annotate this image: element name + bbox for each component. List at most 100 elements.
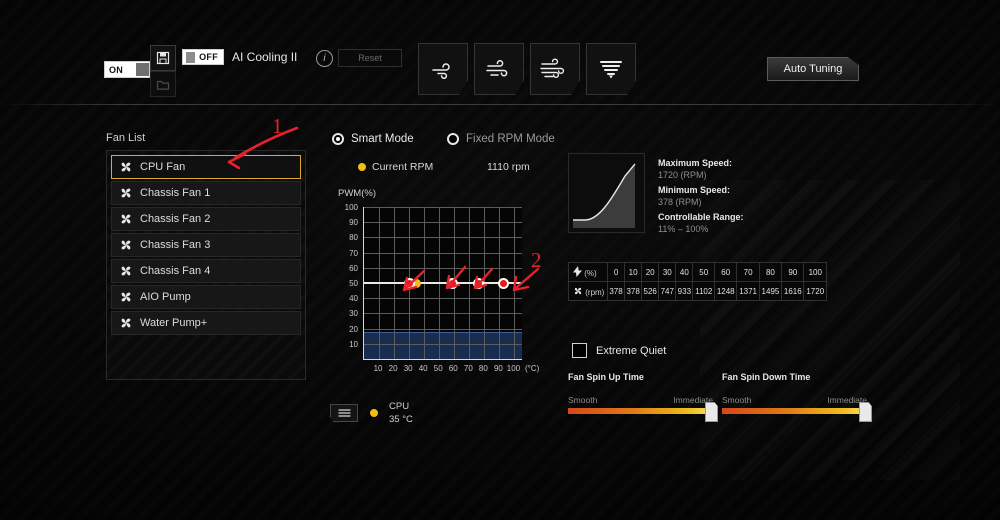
annotation-number-1: 1 xyxy=(272,114,283,138)
grid-line-horizontal xyxy=(364,343,522,345)
rpm-cell: 933 xyxy=(675,281,694,301)
chart-y-axis-label: PWM(%) xyxy=(338,188,376,199)
reset-button[interactable]: Reset xyxy=(338,49,402,67)
cpu-temp-dot-icon xyxy=(370,409,378,417)
fan-list-item-label: Water Pump+ xyxy=(140,317,208,329)
rpm-row: (rpm) 378 378 526 747 933 1102 1248 1371 1495 1616… xyxy=(568,281,827,301)
fan-list-item[interactable]: Chassis Fan 3 xyxy=(111,233,301,257)
annotation-number-2: 2 xyxy=(531,248,542,272)
extreme-quiet-row[interactable]: Extreme Quiet xyxy=(572,343,666,358)
chart-y-tick: 40 xyxy=(349,294,358,304)
rpm-row-header: (rpm) xyxy=(568,281,608,301)
fan-spin-up-slider[interactable] xyxy=(568,402,718,422)
grid-line-horizontal xyxy=(364,298,522,300)
fixed-rpm-mode-radio[interactable]: Fixed RPM Mode xyxy=(447,133,555,145)
fan-list-item-label: AIO Pump xyxy=(140,291,191,303)
wind-full-icon xyxy=(600,61,622,79)
list-icon xyxy=(337,409,351,417)
fan-curve-chart[interactable] xyxy=(363,207,522,360)
chart-y-tick: 80 xyxy=(349,233,358,243)
pwm-cell: 50 xyxy=(692,262,716,282)
silent-profile-button[interactable] xyxy=(474,43,524,95)
extreme-quiet-checkbox[interactable] xyxy=(572,343,587,358)
fan-curve-thumbnail xyxy=(568,153,645,233)
ai-cooling-toggle[interactable]: OFF xyxy=(182,49,224,65)
grid-line-horizontal xyxy=(364,207,522,208)
fan-list-item[interactable]: Water Pump+ xyxy=(111,311,301,335)
mode-selector: Smart Mode Fixed RPM Mode xyxy=(332,133,572,149)
auto-tuning-button[interactable]: Auto Tuning xyxy=(767,57,859,81)
fan-spin-down-slider[interactable] xyxy=(722,402,872,422)
fan-spin-up-slider-handle[interactable] xyxy=(705,402,718,422)
grid-line-horizontal xyxy=(364,237,522,239)
rpm-cell: 1102 xyxy=(692,281,716,301)
info-icon[interactable]: i xyxy=(316,50,333,67)
cpu-fan-list-item[interactable]: CPU Fan xyxy=(111,155,301,179)
pwm-cell: 80 xyxy=(758,262,783,282)
max-speed-label: Maximum Speed: xyxy=(658,158,733,168)
fan-curve-point[interactable] xyxy=(472,277,484,289)
rpm-cell: 1616 xyxy=(781,281,805,301)
pwm-cell: 40 xyxy=(675,262,694,282)
current-rpm-value: 1110 rpm xyxy=(487,161,530,173)
rpm-cell: 1720 xyxy=(803,281,827,301)
chart-y-tick: 50 xyxy=(349,279,358,288)
rpm-cell: 378 xyxy=(606,281,626,301)
fan-icon xyxy=(121,266,131,276)
fan-list-item-label: Chassis Fan 3 xyxy=(140,239,211,251)
extreme-quiet-label: Extreme Quiet xyxy=(596,344,667,357)
fan-info-panel: Maximum Speed: 1720 (RPM) Minimum Speed:… xyxy=(658,158,744,239)
standard-profile-button[interactable] xyxy=(418,43,468,95)
fan-spin-up-min-label: Smooth xyxy=(568,395,598,405)
current-rpm-row: Current RPM xyxy=(358,161,433,173)
rpm-cell: 526 xyxy=(641,281,660,301)
fan-list-panel: CPU Fan Chassis Fan 1 Chassis Fan 2 Chassis… xyxy=(106,150,306,380)
fan-icon xyxy=(121,240,131,250)
fan-curve-point[interactable] xyxy=(498,277,510,289)
max-speed-value: 1720 (RPM) xyxy=(658,169,707,180)
fan-spin-up-group: Fan Spin Up Time Smooth Immediate xyxy=(568,372,718,422)
folder-open-icon xyxy=(156,80,170,90)
radio-dot-icon xyxy=(447,133,459,145)
cpu-sensor-temp: 35 °C xyxy=(389,414,413,425)
fixed-rpm-mode-label: Fixed RPM Mode xyxy=(466,133,555,145)
grid-line-horizontal xyxy=(364,328,522,330)
fan-icon xyxy=(121,292,131,302)
cpu-sensor-name: CPU xyxy=(389,401,410,412)
smart-mode-radio[interactable]: Smart Mode xyxy=(332,133,414,145)
save-button[interactable] xyxy=(150,45,176,71)
smart-mode-label: Smart Mode xyxy=(351,133,414,145)
sensor-list-button[interactable] xyxy=(330,404,358,422)
current-rpm-dot-icon xyxy=(358,163,366,171)
power-toggle-label: ON xyxy=(109,64,124,75)
pwm-cell: 30 xyxy=(658,262,677,282)
rpm-cell: 1495 xyxy=(758,281,783,301)
fan-curve-point[interactable] xyxy=(403,277,415,289)
chart-y-tick: 30 xyxy=(349,309,358,319)
ai-cooling-toggle-label: OFF xyxy=(199,52,218,62)
turbo-profile-button[interactable] xyxy=(530,43,580,95)
fan-spin-down-min-label: Smooth xyxy=(722,395,752,405)
cpu-readout: CPU 35 °C xyxy=(330,400,413,426)
min-speed-value: 378 (RPM) xyxy=(658,196,702,207)
fan-curve-point[interactable] xyxy=(447,277,459,289)
fan-list-item[interactable]: Chassis Fan 1 xyxy=(111,181,301,205)
rpm-cell: 1371 xyxy=(736,281,760,301)
fan-spin-down-slider-handle[interactable] xyxy=(859,402,872,422)
fan-list-item[interactable]: AIO Pump xyxy=(111,285,301,309)
fan-list-item[interactable]: Chassis Fan 2 xyxy=(111,207,301,231)
pwm-cell: 20 xyxy=(641,262,660,282)
grid-line-horizontal xyxy=(364,267,522,269)
power-toggle[interactable]: ON xyxy=(104,61,150,78)
rpm-cell: 1248 xyxy=(714,281,738,301)
full-speed-profile-button[interactable] xyxy=(586,43,636,95)
fan-icon xyxy=(574,287,582,294)
fan-icon xyxy=(121,318,131,328)
fan-list-item[interactable]: Chassis Fan 4 xyxy=(111,259,301,283)
fan-list-title: Fan List xyxy=(106,132,146,144)
ai-cooling-toggle-knob xyxy=(186,51,196,63)
pwm-row: (%) 0 10 20 30 40 50 60 70 80 90 100 xyxy=(568,262,827,282)
pwm-cell: 10 xyxy=(624,262,643,282)
load-profile-button[interactable] xyxy=(150,71,176,97)
pwm-cell: 60 xyxy=(714,262,738,282)
